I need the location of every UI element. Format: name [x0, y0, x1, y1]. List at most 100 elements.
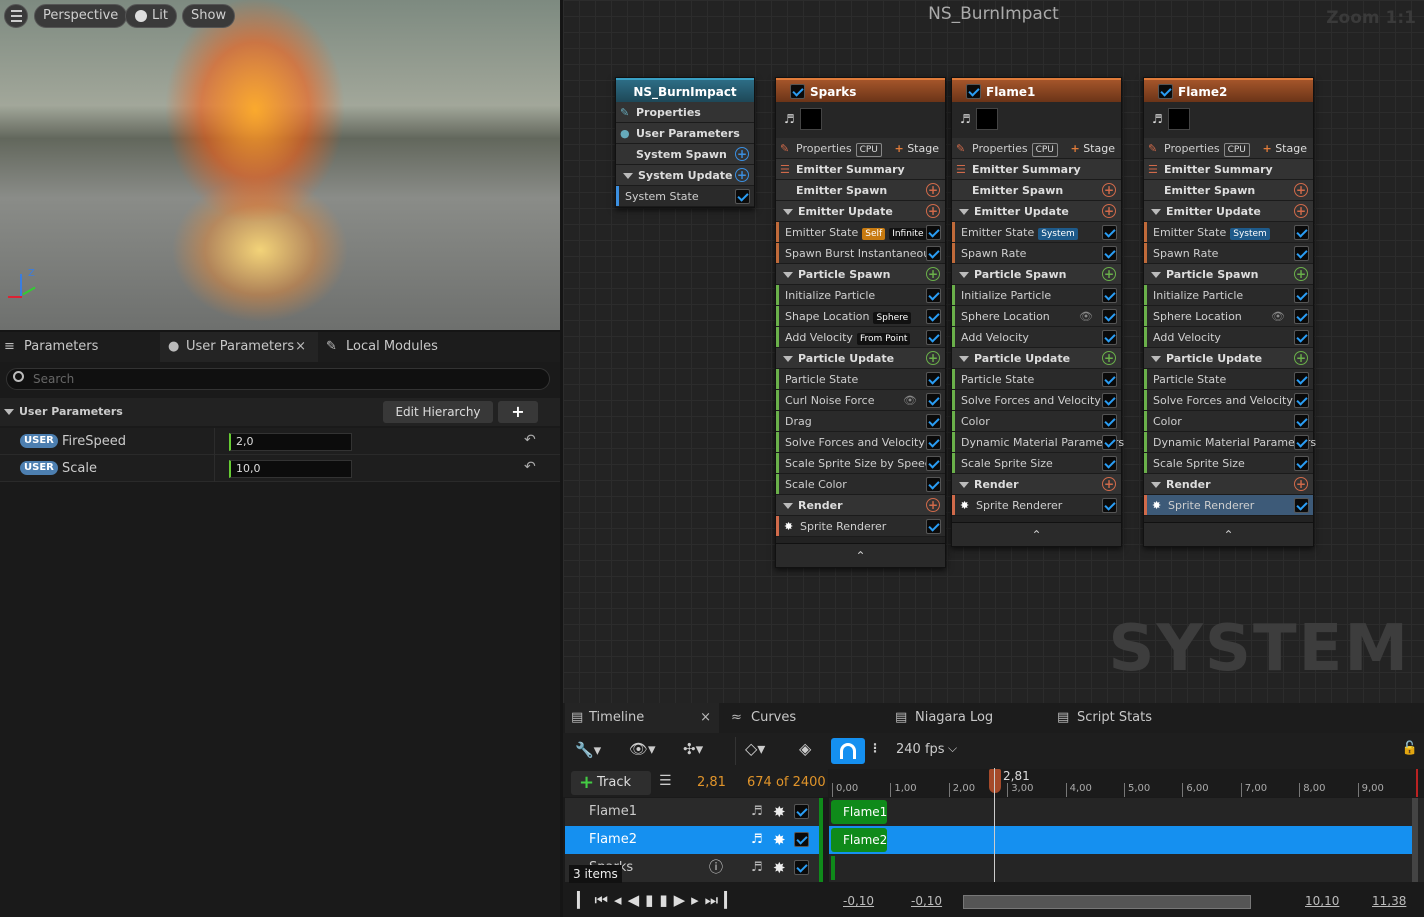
param-value-input[interactable]: 10,0	[229, 460, 352, 478]
module-row[interactable]: Add Velocity	[952, 327, 1121, 348]
module-row[interactable]: Scale Color	[776, 474, 945, 495]
system-user-parameters-row[interactable]: ● User Parameters	[616, 123, 754, 144]
module-row[interactable]: Particle State	[952, 369, 1121, 390]
add-module-icon[interactable]	[1294, 264, 1308, 285]
reset-icon[interactable]: ↶	[524, 432, 536, 448]
tab-niagara-log[interactable]: ▤ Niagara Log	[891, 703, 1041, 733]
module-enable-checkbox[interactable]	[1294, 288, 1309, 303]
add-module-icon[interactable]	[1294, 348, 1308, 369]
time-ruler[interactable]: 0,00 1,00 2,00 3,00 4,00 5,00 6,00 7,00 8,00 9,00…	[829, 769, 1424, 797]
renderer-enable-checkbox[interactable]	[1102, 498, 1117, 513]
particle-update-row[interactable]: Particle Update	[952, 348, 1121, 369]
module-enable-checkbox[interactable]	[1102, 330, 1117, 345]
module-enable-checkbox[interactable]	[1294, 393, 1309, 408]
emitter-properties-row[interactable]: ✎ Properties CPU + Stage	[952, 138, 1121, 159]
timeline-scrollbar[interactable]	[963, 895, 1251, 909]
particle-update-row[interactable]: Particle Update	[776, 348, 945, 369]
add-module-icon[interactable]	[926, 180, 940, 201]
module-enable-checkbox[interactable]	[1294, 309, 1309, 324]
sprite-renderer-row[interactable]: ✸ Sprite Renderer	[1144, 495, 1313, 516]
module-enable-checkbox[interactable]	[926, 372, 941, 387]
module-row[interactable]: Spawn Rate	[1144, 243, 1313, 264]
module-enable-checkbox[interactable]	[926, 477, 941, 492]
module-row[interactable]: Spawn Rate	[952, 243, 1121, 264]
system-properties-row[interactable]: ✎ Properties	[616, 102, 754, 123]
add-module-icon[interactable]	[926, 201, 940, 222]
snap-icon[interactable]: ✣▾	[683, 740, 703, 758]
eye-icon[interactable]: 👁▾	[629, 740, 656, 758]
emitter-spawn-row[interactable]: Emitter Spawn	[776, 180, 945, 201]
particle-update-row[interactable]: Particle Update	[1144, 348, 1313, 369]
add-stage-button[interactable]: + Stage	[1070, 138, 1115, 159]
module-enable-checkbox[interactable]	[1102, 246, 1117, 261]
module-row[interactable]: Particle State	[1144, 369, 1313, 390]
tab-timeline[interactable]: ▤ Timeline ×	[565, 703, 719, 733]
add-parameter-button[interactable]: +	[498, 401, 538, 423]
module-row[interactable]: Solve Forces and Velocity	[1144, 390, 1313, 411]
emitter-enable-checkbox[interactable]	[966, 84, 981, 99]
module-row[interactable]: Particle State	[776, 369, 945, 390]
module-enable-checkbox[interactable]	[926, 288, 941, 303]
system-node[interactable]: NS_BurnImpact ✎ Properties ● User Paramete…	[615, 77, 755, 208]
tab-curves[interactable]: ≈ Curves	[727, 703, 877, 733]
module-enable-checkbox[interactable]	[926, 414, 941, 429]
module-enable-checkbox[interactable]	[1294, 246, 1309, 261]
add-renderer-icon[interactable]	[926, 495, 940, 516]
particle-spawn-row[interactable]: Particle Spawn	[952, 264, 1121, 285]
add-stage-button[interactable]: + Stage	[1262, 138, 1307, 159]
module-enable-checkbox[interactable]	[926, 456, 941, 471]
auto-key-icon[interactable]: ◈	[799, 739, 811, 758]
module-row[interactable]: Initialize Particle	[776, 285, 945, 306]
module-enable-checkbox[interactable]	[926, 435, 941, 450]
more-icon[interactable]: ⋮	[869, 741, 881, 755]
emitter-header[interactable]: Sparks	[776, 78, 945, 102]
module-row[interactable]: Scale Sprite Size	[1144, 453, 1313, 474]
param-name[interactable]: Scale	[62, 461, 97, 476]
view-end[interactable]: 10,10	[1305, 894, 1339, 908]
add-module-icon[interactable]	[926, 264, 940, 285]
emitter-node-flame2[interactable]: Flame2 ♬ ✎ Properties CPU + Stage ☰ Emitter Sum…	[1143, 77, 1316, 547]
module-row[interactable]: Drag	[776, 411, 945, 432]
track-row-flame1[interactable]: Flame1 ♬ ✸	[565, 798, 821, 826]
module-row[interactable]: Curl Noise Force 👁	[776, 390, 945, 411]
module-row[interactable]: Sphere Location 👁	[952, 306, 1121, 327]
module-enable-checkbox[interactable]	[1294, 456, 1309, 471]
emitter-update-row[interactable]: Emitter Update	[776, 201, 945, 222]
module-row[interactable]: Emitter State Self Infinite	[776, 222, 945, 243]
close-icon[interactable]: ×	[700, 703, 711, 733]
emitter-header[interactable]: Flame2	[1144, 78, 1313, 102]
eye-icon[interactable]: 👁	[903, 390, 917, 411]
perspective-button[interactable]: Perspective	[34, 4, 128, 28]
module-enable-checkbox[interactable]	[926, 225, 941, 240]
render-row[interactable]: Render	[776, 495, 945, 516]
emitter-properties-row[interactable]: ✎ Properties CPU + Stage	[1144, 138, 1313, 159]
emitter-summary-row[interactable]: ☰ Emitter Summary	[952, 159, 1121, 180]
emitter-spawn-row[interactable]: Emitter Spawn	[1144, 180, 1313, 201]
lock-icon[interactable]: 🔓	[1402, 741, 1418, 756]
track-enable-checkbox[interactable]	[794, 860, 809, 875]
view-start[interactable]: -0,10	[911, 894, 942, 908]
tab-local-modules[interactable]: ✎ Local Modules	[322, 332, 472, 362]
emitter-clip[interactable]: Flame1	[831, 800, 887, 824]
emitter-header[interactable]: Flame1	[952, 78, 1121, 102]
viewport-menu-button[interactable]	[4, 4, 28, 28]
module-enable-checkbox[interactable]	[1102, 414, 1117, 429]
key-icon[interactable]: ◇▾	[745, 739, 765, 758]
renderer-enable-checkbox[interactable]	[926, 519, 941, 534]
renderer-enable-checkbox[interactable]	[1294, 498, 1309, 513]
module-enable-checkbox[interactable]	[1294, 414, 1309, 429]
module-row[interactable]: Color	[952, 411, 1121, 432]
module-enable-checkbox[interactable]	[1294, 435, 1309, 450]
module-enable-checkbox[interactable]	[1102, 225, 1117, 240]
reset-icon[interactable]: ↶	[524, 459, 536, 475]
filter-icon[interactable]: ☰	[659, 773, 672, 789]
eye-icon[interactable]: 👁	[1271, 306, 1285, 327]
vertical-scrollbar[interactable]	[1412, 798, 1418, 882]
wrench-icon[interactable]: 🔧▾	[575, 741, 601, 759]
module-enable-checkbox[interactable]	[1102, 372, 1117, 387]
particle-spawn-row[interactable]: Particle Spawn	[1144, 264, 1313, 285]
emitter-update-row[interactable]: Emitter Update	[952, 201, 1121, 222]
param-name[interactable]: FireSpeed	[62, 434, 126, 449]
range-end[interactable]: 11,38	[1372, 894, 1406, 908]
param-value-input[interactable]: 2,0	[229, 433, 352, 451]
